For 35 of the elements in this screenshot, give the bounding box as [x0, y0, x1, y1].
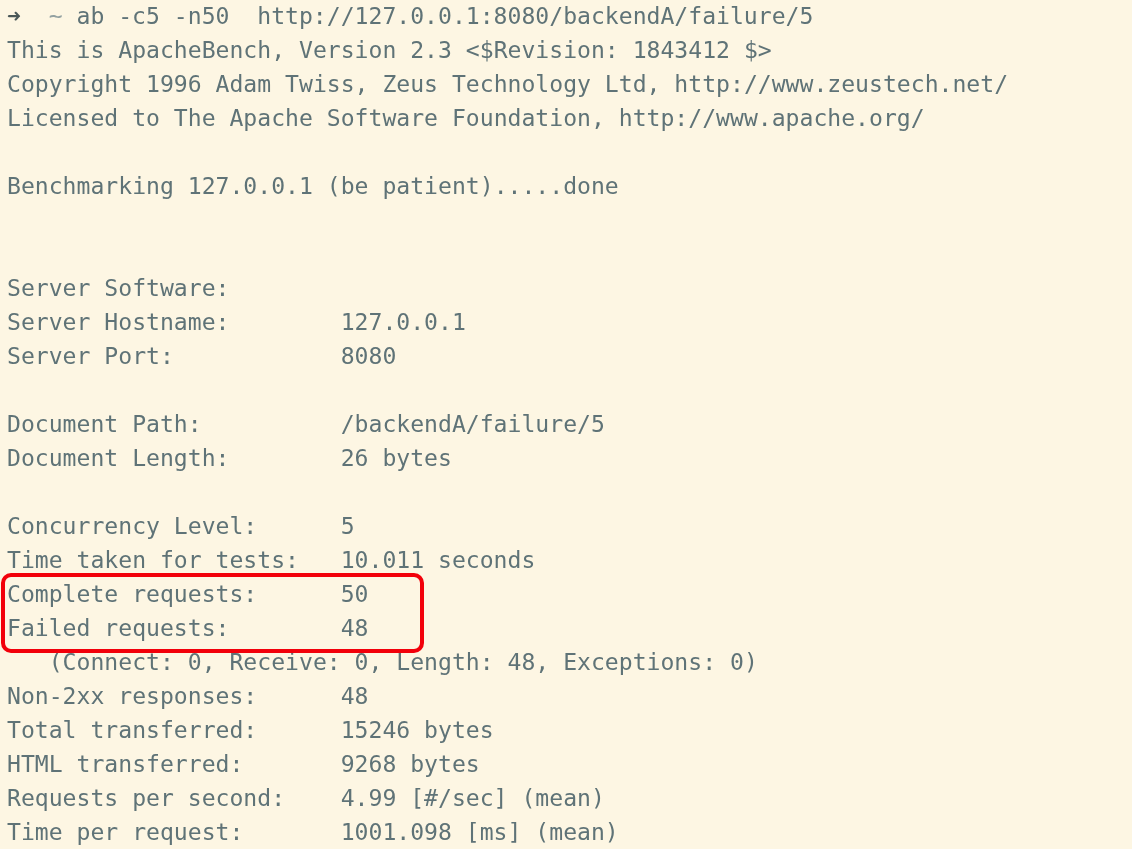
field-label: Complete requests:	[7, 580, 259, 609]
field-value: 15246 bytes	[340, 716, 494, 745]
field-value: 50	[340, 580, 369, 609]
field-value: /backendA/failure/5	[340, 410, 605, 439]
output-line: This is ApacheBench, Version 2.3 <$Revision: 1843412 $>	[7, 36, 772, 65]
field-label: Server Port:	[7, 342, 175, 371]
field-value: 48	[340, 614, 369, 643]
field-label: Document Path:	[7, 410, 203, 439]
field-label: Time taken for tests:	[7, 546, 300, 575]
field-label: Requests per second:	[7, 784, 287, 813]
field-label: Concurrency Level:	[7, 512, 259, 541]
field-value: 26 bytes	[340, 444, 452, 473]
field-value: 10.011 seconds	[340, 546, 536, 575]
field-label: Time per request:	[7, 818, 245, 847]
field-label: Total transferred:	[7, 716, 259, 745]
field-value: 1001.098 [ms] (mean)	[340, 818, 619, 847]
prompt-arrow: ➜	[7, 2, 22, 31]
field-label: Server Software:	[7, 274, 231, 303]
output-line: Benchmarking 127.0.0.1 (be patient).....done	[7, 172, 619, 201]
field-value: 4.99 [#/sec] (mean)	[340, 784, 605, 813]
field-value: 127.0.0.1	[340, 308, 466, 337]
output-line: (Connect: 0, Receive: 0, Length: 48, Exceptions: 0)	[47, 648, 758, 677]
prompt-path: ~	[48, 2, 64, 31]
field-label: Document Length:	[7, 444, 231, 473]
field-value: 5	[340, 512, 355, 541]
field-value: 9268 bytes	[340, 750, 480, 779]
output-line: Licensed to The Apache Software Foundation, http://www.apache.org/	[7, 104, 925, 133]
field-label: Non-2xx responses:	[7, 682, 259, 711]
field-label: Failed requests:	[7, 614, 231, 643]
field-label: HTML transferred:	[7, 750, 245, 779]
field-label: Server Hostname:	[7, 308, 231, 337]
command-text: ab -c5 -n50 http://127.0.0.1:8080/backendA/failure/5	[76, 2, 814, 31]
output-line: Copyright 1996 Adam Twiss, Zeus Technology Ltd, http://www.zeustech.net/	[7, 70, 1009, 99]
field-value: 8080	[340, 342, 397, 371]
field-value: 48	[340, 682, 369, 711]
